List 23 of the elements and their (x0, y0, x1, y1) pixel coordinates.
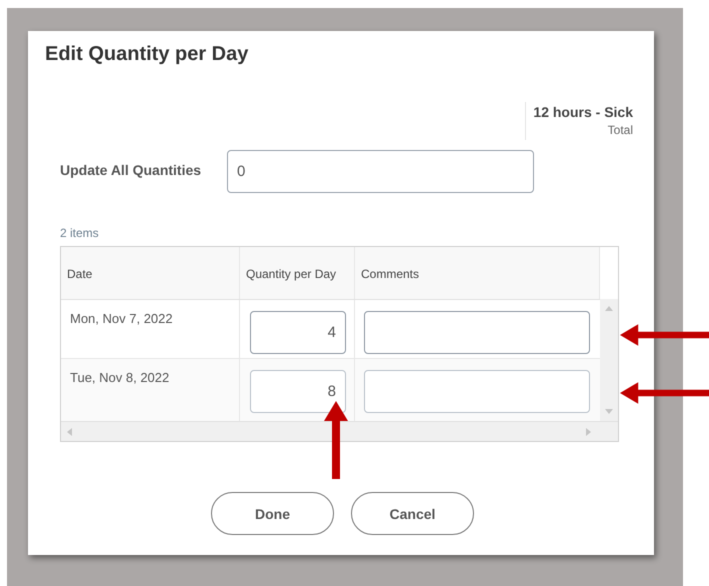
item-count: 2 items (60, 226, 100, 240)
column-header: Date (61, 247, 240, 299)
field-label: Update All Quantities (60, 162, 202, 178)
scroll-up-icon[interactable] (605, 306, 613, 311)
scroll-left-icon[interactable] (67, 428, 72, 436)
table-cell: Mon, Nov 7, 2022 (70, 311, 173, 326)
table-cell: Tue, Nov 8, 2022 (70, 370, 170, 385)
column-header: Quantity per Day (240, 247, 355, 299)
quantity-field[interactable]: 8 (250, 370, 346, 413)
total-value: 12 hours - Sick (533, 104, 633, 120)
quantity-field[interactable]: 4 (250, 311, 346, 354)
total-label: Total (608, 123, 633, 137)
dialog-button[interactable]: Cancel (351, 492, 474, 535)
input-field[interactable]: 0 (227, 150, 534, 193)
dialog-button[interactable]: Done (211, 492, 334, 535)
comment-field[interactable] (364, 311, 590, 354)
scroll-right-icon[interactable] (586, 428, 591, 436)
comment-field[interactable] (364, 370, 590, 413)
column-header: Comments (355, 247, 600, 299)
vertical-scrollbar[interactable] (600, 299, 618, 421)
horizontal-scrollbar[interactable] (61, 421, 618, 441)
scroll-down-icon[interactable] (605, 409, 613, 414)
dialog-title: Edit Quantity per Day (45, 43, 250, 66)
